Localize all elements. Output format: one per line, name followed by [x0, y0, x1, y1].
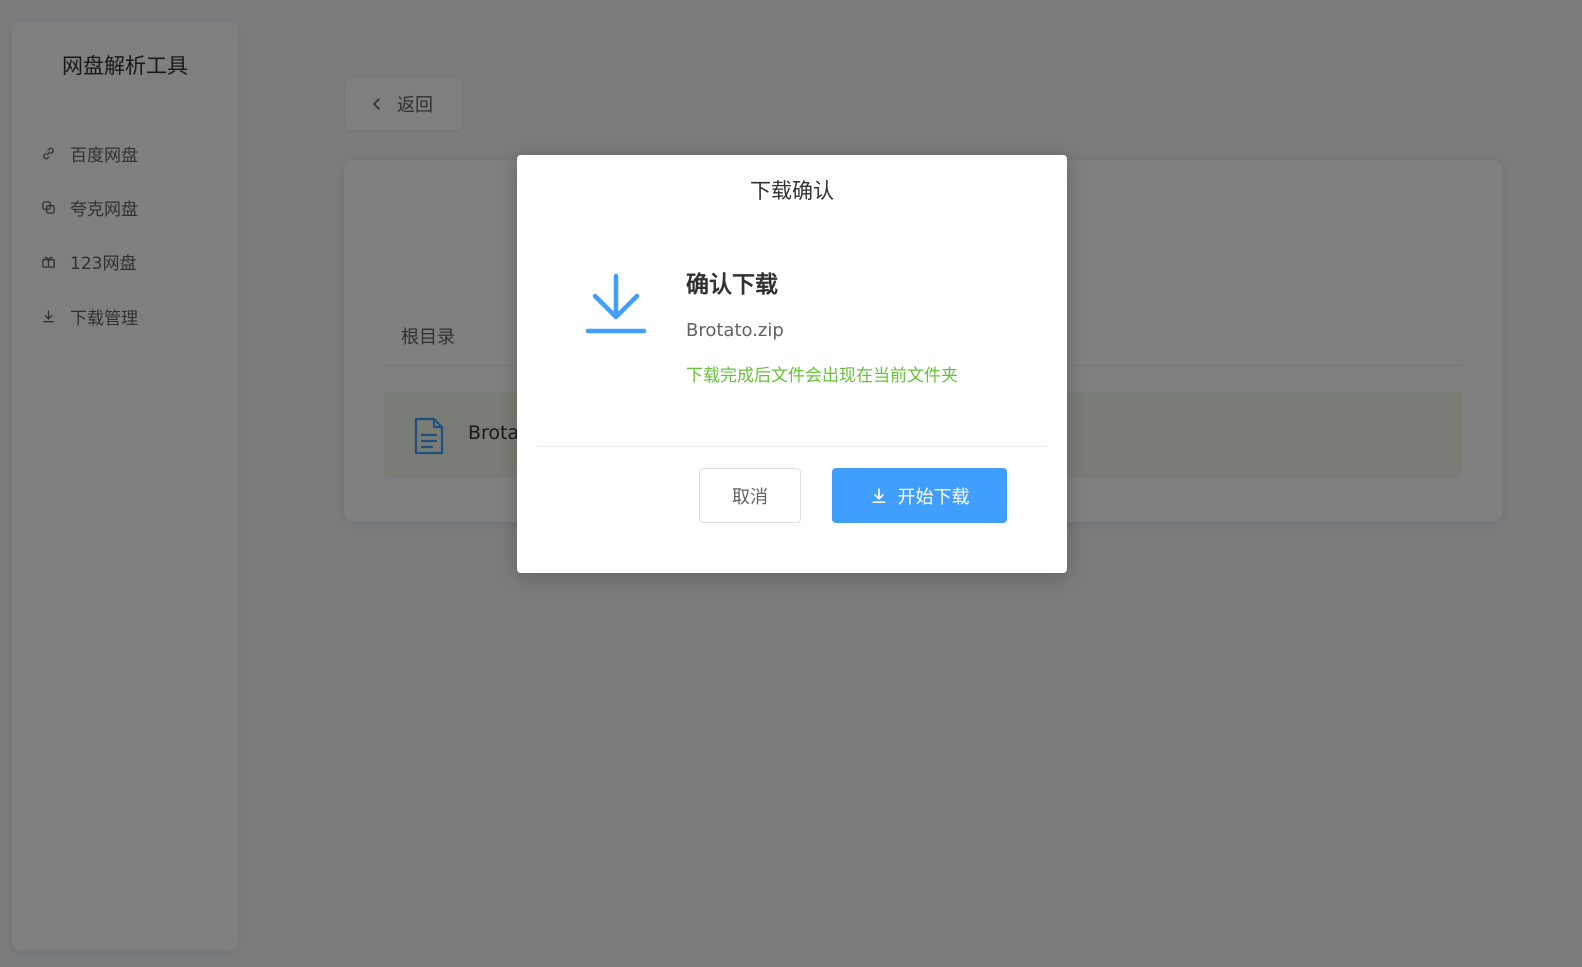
dialog-title: 下载确认	[750, 179, 834, 203]
confirm-filename: Brotato.zip	[686, 320, 784, 341]
confirm-hint: 下载完成后文件会出现在当前文件夹	[686, 366, 958, 386]
download-confirm-dialog: 下载确认 确认下载 Brotato.zip 下载完成后文件会出现在当前文件夹 取…	[517, 155, 1067, 573]
download-icon	[585, 272, 647, 340]
start-download-label: 开始下载	[897, 486, 970, 508]
download-icon	[870, 487, 888, 505]
start-download-button[interactable]: 开始下载	[832, 468, 1007, 523]
cancel-button-label: 取消	[732, 486, 768, 508]
confirm-heading: 确认下载	[686, 272, 778, 298]
dialog-divider	[537, 446, 1047, 447]
cancel-button[interactable]: 取消	[699, 468, 801, 523]
